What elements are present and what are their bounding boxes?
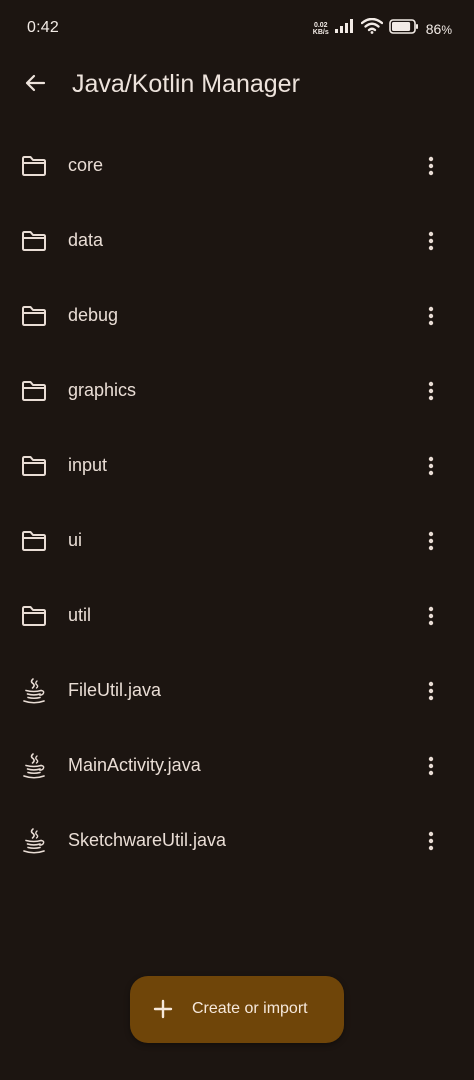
more-options-button[interactable]: [416, 674, 446, 708]
folder-row[interactable]: debug: [0, 278, 474, 353]
page-title: Java/Kotlin Manager: [72, 70, 300, 98]
more-options-button[interactable]: [416, 824, 446, 858]
plus-icon: [152, 998, 174, 1020]
folder-row[interactable]: input: [0, 428, 474, 503]
java-file-icon: [20, 677, 48, 705]
battery-percent-value: 86: [425, 20, 442, 37]
more-options-button[interactable]: [416, 299, 446, 333]
network-speed-unit: KB/s: [312, 28, 329, 36]
more-vert-icon: [428, 831, 434, 851]
more-vert-icon: [428, 156, 434, 176]
folder-row[interactable]: core: [0, 128, 474, 203]
back-button[interactable]: [14, 64, 56, 106]
java-file-icon: [20, 827, 48, 855]
folder-icon: [20, 602, 48, 630]
folder-row[interactable]: data: [0, 203, 474, 278]
create-or-import-button[interactable]: Create or import: [130, 976, 344, 1043]
more-options-button[interactable]: [416, 374, 446, 408]
item-name: graphics: [68, 380, 137, 400]
battery-percent-symbol: %: [441, 22, 452, 37]
more-options-button[interactable]: [416, 449, 446, 483]
wifi-icon: [360, 17, 383, 39]
item-name: data: [68, 230, 104, 250]
folder-icon: [20, 452, 48, 480]
more-vert-icon: [428, 306, 434, 326]
item-name: MainActivity.java: [68, 755, 201, 775]
file-row[interactable]: SketchwareUtil.java: [0, 803, 474, 878]
signal-icon: [334, 19, 355, 38]
item-name: util: [68, 605, 92, 625]
more-options-button[interactable]: [416, 224, 446, 258]
more-options-button[interactable]: [416, 599, 446, 633]
more-vert-icon: [428, 681, 434, 701]
folder-icon: [20, 152, 48, 180]
java-file-icon: [20, 752, 48, 780]
battery-icon: [388, 18, 419, 39]
folder-icon: [20, 377, 48, 405]
folder-row[interactable]: ui: [0, 503, 474, 578]
folder-row[interactable]: graphics: [0, 353, 474, 428]
file-row[interactable]: MainActivity.java: [0, 728, 474, 803]
more-vert-icon: [428, 531, 434, 551]
item-name: input: [68, 455, 108, 475]
folder-row[interactable]: util: [0, 578, 474, 653]
folder-icon: [20, 302, 48, 330]
status-indicators: 0.02 KB/s 86%: [313, 17, 452, 39]
network-speed-value: 0.02: [313, 21, 328, 29]
item-name: debug: [68, 305, 119, 325]
create-or-import-label: Create or import: [192, 1000, 308, 1017]
folder-icon: [20, 227, 48, 255]
item-name: ui: [68, 530, 83, 550]
more-options-button[interactable]: [416, 149, 446, 183]
more-vert-icon: [428, 231, 434, 251]
item-name: FileUtil.java: [68, 680, 162, 700]
item-name: core: [68, 155, 104, 175]
app-bar: Java/Kotlin Manager: [0, 56, 474, 116]
more-vert-icon: [428, 756, 434, 776]
more-options-button[interactable]: [416, 749, 446, 783]
more-options-button[interactable]: [416, 524, 446, 558]
status-bar: 0:42 0.02 KB/s 86%: [0, 0, 474, 56]
folder-icon: [20, 527, 48, 555]
more-vert-icon: [428, 456, 434, 476]
file-row[interactable]: FileUtil.java: [0, 653, 474, 728]
battery-percent: 86%: [426, 21, 452, 37]
arrow-back-icon: [23, 71, 47, 100]
more-vert-icon: [428, 381, 434, 401]
item-name: SketchwareUtil.java: [68, 830, 227, 850]
file-list: core data debug graphics input ui util F…: [0, 128, 474, 878]
status-time: 0:42: [27, 19, 59, 36]
network-speed: 0.02 KB/s: [313, 22, 329, 36]
more-vert-icon: [428, 606, 434, 626]
